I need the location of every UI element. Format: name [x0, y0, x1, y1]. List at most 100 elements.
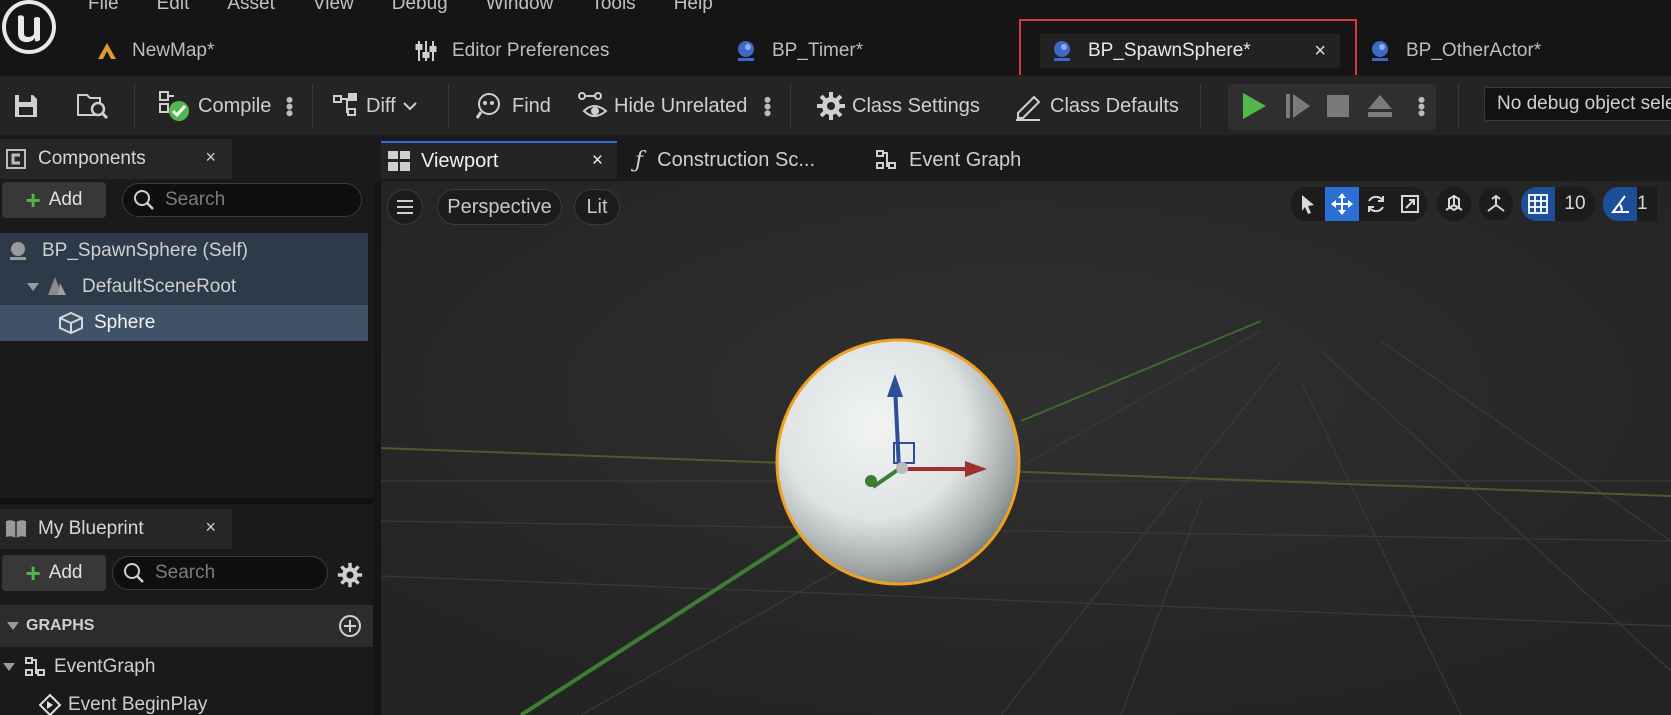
doc-tab-editor-preferences[interactable]: Editor Preferences	[414, 34, 609, 68]
tab-construction-script[interactable]: ƒ Construction Sc...	[635, 141, 815, 179]
angle-icon	[1611, 195, 1629, 213]
grid-snap-toggle[interactable]	[1521, 187, 1555, 221]
add-graph-icon[interactable]	[338, 614, 362, 638]
toolbar-separator	[448, 84, 449, 128]
grid-snap-value[interactable]: 10	[1555, 187, 1595, 221]
graphs-section-header[interactable]: GRAPHS	[0, 605, 373, 647]
component-tree-self[interactable]: BP_SpawnSphere (Self)	[0, 233, 368, 269]
plus-icon: +	[25, 557, 41, 588]
blueprint-icon	[1368, 39, 1392, 63]
viewport-3d[interactable]: Perspective Lit 10 1	[381, 181, 1671, 715]
plus-icon: +	[25, 184, 41, 215]
perspective-button[interactable]: Perspective	[437, 189, 562, 225]
close-icon[interactable]: ×	[1314, 40, 1326, 63]
toolbar-separator	[790, 84, 791, 128]
compile-button[interactable]: Compile	[158, 76, 271, 136]
viewport-tools: 10 1	[1291, 185, 1657, 223]
rotate-tool-button[interactable]	[1359, 187, 1393, 221]
expand-triangle-icon[interactable]	[2, 661, 16, 673]
stop-button[interactable]	[1326, 76, 1350, 136]
menu-window[interactable]: Window	[486, 0, 554, 15]
scale-icon	[1401, 195, 1419, 213]
my-blueprint-panel-tab[interactable]: My Blueprint ×	[0, 509, 232, 549]
find-button[interactable]: Find	[474, 76, 551, 136]
diff-button[interactable]: Diff	[332, 76, 418, 136]
menu-tools[interactable]: Tools	[591, 0, 635, 15]
rotation-snap-toggle[interactable]	[1603, 187, 1637, 221]
components-icon	[6, 149, 26, 169]
panel-splitter[interactable]	[0, 498, 373, 504]
play-button[interactable]	[1240, 76, 1268, 136]
play-options-button[interactable]: •••	[1409, 76, 1434, 136]
coordinate-system-button[interactable]	[1437, 187, 1471, 221]
left-panels: Components × + Add BP_SpawnSphere (Self)…	[0, 135, 373, 715]
play-icon	[1243, 93, 1266, 119]
doc-tab-bp-spawnsphere[interactable]: BP_SpawnSphere* ×	[1040, 34, 1340, 68]
add-label: Add	[48, 189, 83, 210]
step-button[interactable]	[1284, 76, 1312, 136]
component-tree-defaultsceneroot[interactable]: DefaultSceneRoot	[0, 269, 368, 305]
doc-tab-label: NewMap*	[132, 40, 215, 61]
doc-tab-bp-otheractor[interactable]: BP_OtherActor*	[1368, 34, 1541, 68]
menu-file[interactable]: File	[88, 0, 119, 15]
surface-snap-button[interactable]	[1479, 187, 1513, 221]
graph-item-eventgraph[interactable]: EventGraph	[0, 649, 368, 685]
scale-tool-button[interactable]	[1393, 187, 1427, 221]
tab-event-graph[interactable]: Event Graph	[875, 141, 1021, 179]
component-tree-sphere[interactable]: Sphere	[0, 305, 368, 341]
move-icon	[1331, 193, 1353, 215]
toolbar-separator	[1200, 84, 1201, 128]
eject-icon	[1368, 95, 1392, 117]
viewport-menu-button[interactable]	[387, 189, 423, 225]
hide-unrelated-button[interactable]: Hide Unrelated	[578, 76, 747, 136]
select-tool-button[interactable]	[1291, 187, 1325, 221]
viewport-icon	[388, 151, 410, 171]
add-member-button[interactable]: + Add	[2, 555, 106, 591]
find-label: Find	[512, 94, 551, 117]
close-icon[interactable]: ×	[205, 147, 216, 168]
static-mesh-icon	[59, 311, 83, 335]
sliders-icon	[414, 39, 438, 63]
settings-gear-icon[interactable]	[337, 562, 363, 588]
rotation-snap-value[interactable]: 1	[1637, 187, 1657, 221]
translate-tool-button[interactable]	[1325, 187, 1359, 221]
add-component-button[interactable]: + Add	[2, 182, 106, 218]
my-blueprint-search-input[interactable]	[155, 562, 305, 584]
doc-tab-bp-timer[interactable]: BP_Timer*	[734, 34, 863, 68]
lit-button[interactable]: Lit	[574, 189, 620, 225]
diff-label: Diff	[366, 94, 396, 117]
my-blueprint-search[interactable]	[112, 556, 328, 590]
components-panel-tab[interactable]: Components ×	[0, 139, 232, 179]
doc-tab-newmap[interactable]: NewMap*	[96, 34, 214, 68]
expand-triangle-icon[interactable]	[26, 281, 40, 293]
graph-item-event-beginplay[interactable]: Event BeginPlay	[0, 687, 368, 715]
menu-help[interactable]: Help	[674, 0, 713, 15]
eject-button[interactable]	[1366, 76, 1394, 136]
browse-button[interactable]	[76, 76, 110, 136]
graph-item-label: EventGraph	[54, 656, 156, 677]
menu-view[interactable]: View	[313, 0, 354, 15]
menu-debug[interactable]: Debug	[392, 0, 448, 15]
more-options-icon: •••	[755, 95, 780, 117]
components-search[interactable]	[122, 183, 362, 217]
class-settings-button[interactable]: Class Settings	[816, 76, 980, 136]
class-defaults-button[interactable]: Class Defaults	[1014, 76, 1179, 136]
component-tree-label: DefaultSceneRoot	[82, 276, 237, 297]
hide-unrelated-options-button[interactable]: •••	[755, 76, 780, 136]
function-icon: ƒ	[635, 147, 644, 173]
compile-options-button[interactable]: •••	[277, 76, 302, 136]
menu-edit[interactable]: Edit	[157, 0, 190, 15]
tab-viewport[interactable]: Viewport ×	[381, 141, 617, 179]
close-icon[interactable]: ×	[205, 517, 216, 538]
close-icon[interactable]: ×	[592, 150, 603, 172]
map-icon	[96, 41, 118, 61]
debug-object-dropdown[interactable]: No debug object selected	[1484, 87, 1671, 121]
grid-icon	[1528, 194, 1548, 214]
graphs-header-label: GRAPHS	[26, 617, 95, 634]
unreal-logo-icon[interactable]	[0, 0, 60, 60]
components-search-input[interactable]	[165, 189, 345, 211]
menu-asset[interactable]: Asset	[227, 0, 275, 15]
save-button[interactable]	[12, 76, 40, 136]
graph-icon	[876, 150, 896, 169]
doc-tab-label: BP_OtherActor*	[1406, 40, 1542, 61]
